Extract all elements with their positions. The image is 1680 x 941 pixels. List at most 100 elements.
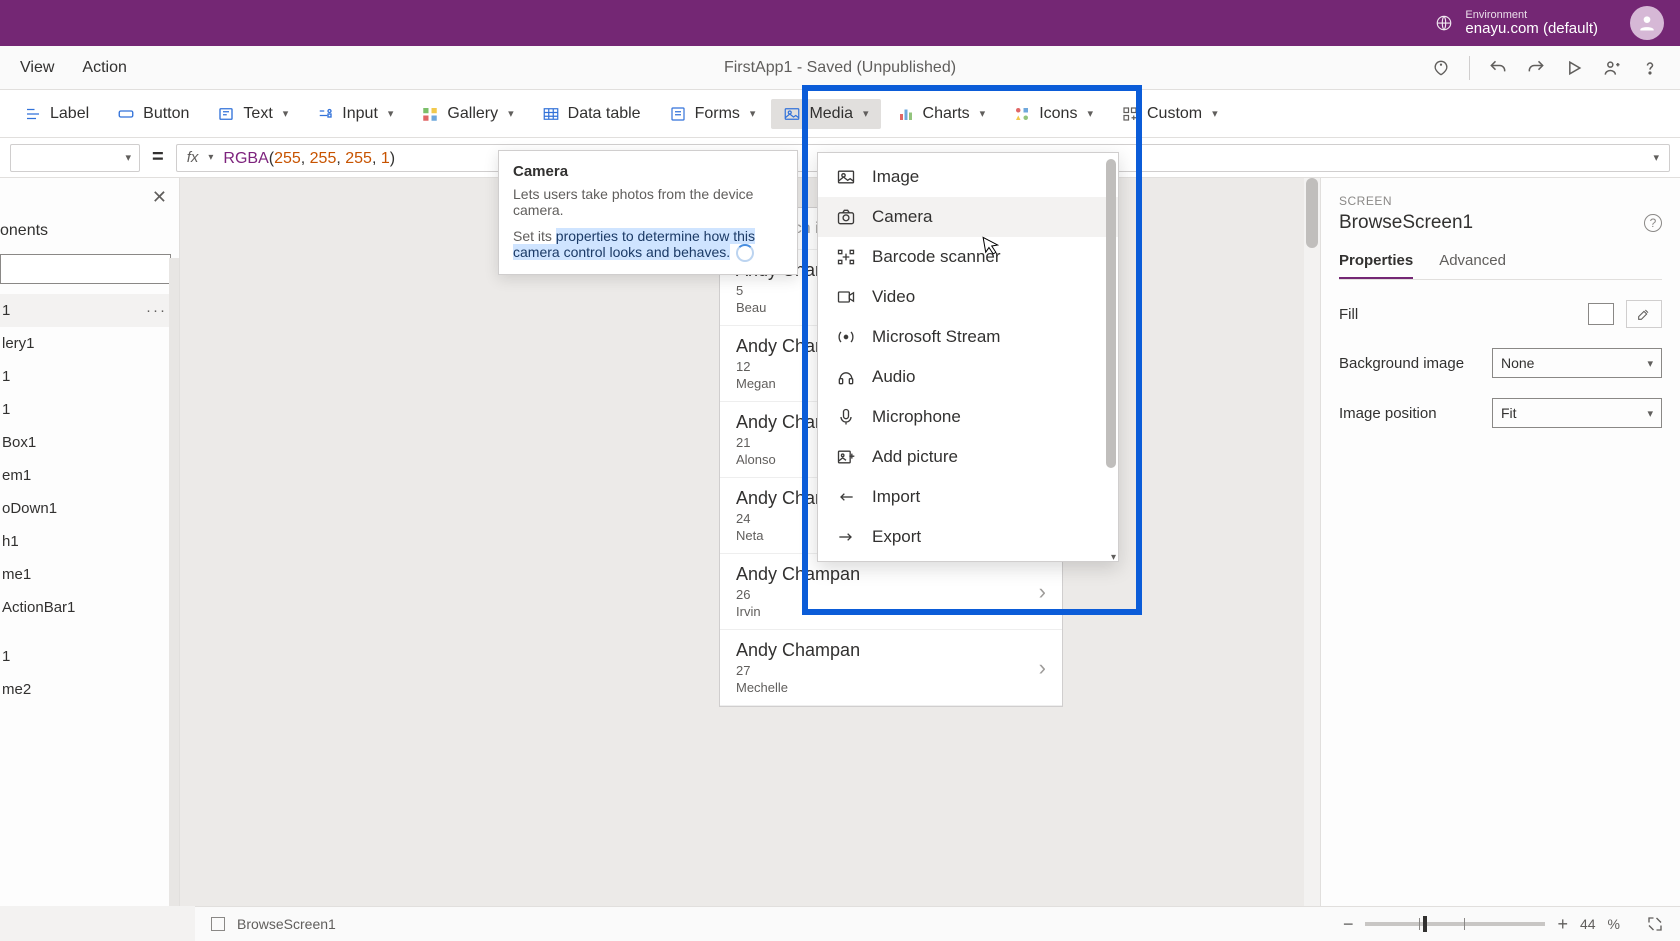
media-menu-item-audio[interactable]: Audio [818,357,1118,397]
imgpos-dropdown[interactable]: Fit▾ [1492,398,1662,428]
import-icon [836,487,856,507]
tree-search-input[interactable] [0,254,171,284]
formula-expand-icon[interactable]: ▾ [1653,151,1659,164]
help-icon[interactable]: ? [1644,214,1662,232]
stream-icon [836,327,856,347]
screen-name: BrowseScreen1 [1339,212,1473,234]
canvas[interactable]: Search items Andy Champan5BeauAndy Champ… [180,178,1320,906]
ribbon-custom[interactable]: Custom▾ [1109,99,1230,129]
menu-action[interactable]: Action [82,59,126,77]
zoom-in-icon[interactable]: + [1557,914,1568,935]
fill-swatch[interactable] [1588,303,1614,325]
formula-text: RGBA(255, 255, 255, 1) [223,148,395,168]
ribbon-label[interactable]: Label [12,99,101,129]
ribbon-datatable[interactable]: Data table [530,99,653,129]
environment-text[interactable]: Environment enayu.com (default) [1465,9,1598,38]
help-icon[interactable] [1640,58,1660,78]
ribbon-text[interactable]: Text▾ [205,99,300,129]
tree-item[interactable]: em1 [0,459,179,492]
mic-icon [836,407,856,427]
zoom-pct: % [1608,916,1620,932]
media-menu-item-barcode[interactable]: Barcode scanner [818,237,1118,277]
forms-icon [669,105,687,123]
environment-icon [1435,14,1453,32]
play-icon[interactable] [1564,58,1584,78]
equals-sign: = [152,146,164,169]
image-icon [836,167,856,187]
tree-item[interactable]: 1 [0,640,179,673]
media-menu-item-camera[interactable]: Camera [818,197,1118,237]
media-menu-item-import[interactable]: Import [818,477,1118,517]
video-icon [836,287,856,307]
canvas-scrollbar[interactable] [1304,178,1320,906]
ribbon-gallery[interactable]: Gallery▾ [409,99,525,129]
menu-bar: View Action FirstApp1 - Saved (Unpublish… [0,46,1680,90]
fill-picker-button[interactable] [1626,300,1662,328]
media-menu-item-addpic[interactable]: Add picture [818,437,1118,477]
ribbon-button[interactable]: Button [105,99,201,129]
status-screen-name: BrowseScreen1 [237,916,336,932]
text-icon [217,105,235,123]
insert-ribbon: Label Button Text▾ Input▾ Gallery▾ Data … [0,90,1680,138]
tree-item[interactable]: 1 [0,393,179,426]
tree-item[interactable]: oDown1 [0,492,179,525]
media-dropdown: ImageCameraBarcode scannerVideoMicrosoft… [817,152,1119,562]
ribbon-forms[interactable]: Forms▾ [657,99,768,129]
media-menu-item-stream[interactable]: Microsoft Stream [818,317,1118,357]
tree-item[interactable]: me2 [0,673,179,706]
datatable-icon [542,105,560,123]
media-menu-item-export[interactable]: Export [818,517,1118,557]
share-icon[interactable] [1602,58,1622,78]
zoom-out-icon[interactable]: − [1343,914,1354,935]
undo-icon[interactable] [1488,58,1508,78]
gallery-icon [421,105,439,123]
ribbon-input[interactable]: Input▾ [304,99,405,129]
tree-item[interactable]: lery1 [0,327,179,360]
fit-to-window-icon[interactable] [1646,915,1664,933]
input-icon [316,105,334,123]
barcode-icon [836,247,856,267]
ribbon-icons[interactable]: Icons▾ [1001,99,1105,129]
label-icon [24,105,42,123]
fx-label: fx [187,149,199,166]
gallery-row[interactable]: Andy Champan27Mechelle› [720,630,1062,706]
props-section-label: SCREEN [1339,194,1662,208]
export-icon [836,527,856,547]
tree-item[interactable]: ActionBar1 [0,591,179,624]
media-dropdown-scrollbar[interactable] [1106,159,1116,555]
bgimage-dropdown[interactable]: None▾ [1492,348,1662,378]
chevron-right-icon[interactable]: › [1039,579,1046,605]
close-icon[interactable]: ✕ [152,187,167,208]
app-checker-icon[interactable] [1431,58,1451,78]
app-header: Environment enayu.com (default) [0,0,1680,46]
media-menu-item-mic[interactable]: Microphone [818,397,1118,437]
tree-item[interactable]: h1 [0,525,179,558]
tree-tab[interactable]: onents [0,216,179,250]
tree-view-panel: ✕ onents 1··· lery111Box1em1oDown1h1me1A… [0,178,180,906]
app-title: FirstApp1 - Saved (Unpublished) [540,59,1140,77]
property-selector[interactable]: ▾ [10,144,140,172]
tree-list: 1··· lery111Box1em1oDown1h1me1ActionBar1… [0,294,179,706]
chevron-right-icon[interactable]: › [1039,655,1046,681]
zoom-slider[interactable] [1365,922,1545,926]
tree-item[interactable]: me1 [0,558,179,591]
ribbon-media[interactable]: Media▾ [771,99,880,129]
tree-item[interactable]: Box1 [0,426,179,459]
tree-scrollbar[interactable] [169,258,179,906]
redo-icon[interactable] [1526,58,1546,78]
media-menu-item-video[interactable]: Video [818,277,1118,317]
tree-item-selected[interactable]: 1··· [0,294,179,327]
more-icon[interactable]: ··· [146,302,167,319]
properties-panel: SCREEN BrowseScreen1? Properties Advance… [1320,178,1680,906]
prop-imgpos-label: Image position [1339,405,1480,422]
user-avatar[interactable] [1630,6,1664,40]
gallery-row[interactable]: Andy Champan26Irvin› [720,554,1062,630]
media-menu-item-image[interactable]: Image [818,157,1118,197]
tab-properties[interactable]: Properties [1339,252,1413,279]
menu-view[interactable]: View [20,59,54,77]
tab-advanced[interactable]: Advanced [1439,252,1506,279]
ribbon-charts[interactable]: Charts▾ [885,99,998,129]
tree-item[interactable] [0,624,179,640]
prop-bgimage-label: Background image [1339,355,1480,372]
tree-item[interactable]: 1 [0,360,179,393]
